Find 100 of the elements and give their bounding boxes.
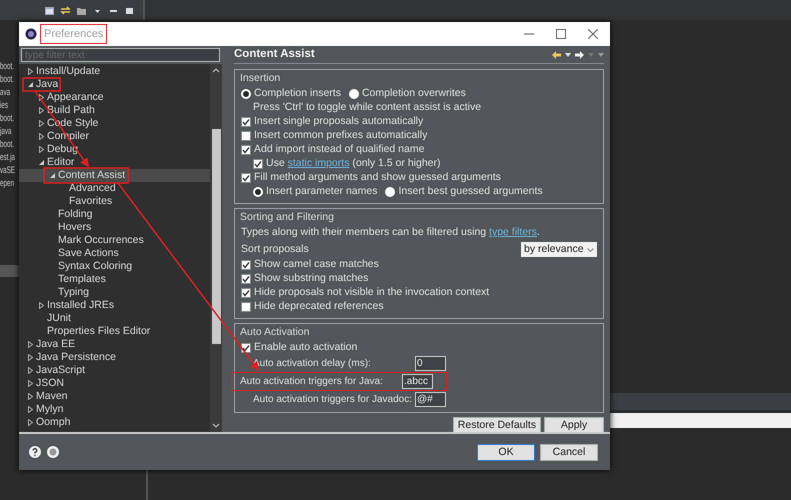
sync-icon[interactable] <box>60 4 71 16</box>
radio-label[interactable]: Completion inserts <box>254 86 341 102</box>
checkbox-label[interactable]: Add import instead of qualified name <box>254 142 424 158</box>
record-icon[interactable] <box>47 446 59 458</box>
scroll-up-icon[interactable] <box>212 67 220 73</box>
checkbox[interactable] <box>241 342 251 353</box>
editor-text: boot. <box>0 73 14 86</box>
dropdown-caret-icon[interactable] <box>565 52 571 57</box>
description-text: Types along with their members can be filtered using type filters. <box>241 225 540 240</box>
checkbox[interactable] <box>241 144 251 155</box>
editor-text: vaSE <box>0 164 15 177</box>
field-label: Sort proposals <box>241 242 309 257</box>
checkbox-label[interactable]: Enable auto activation <box>254 340 358 356</box>
highlight-frame <box>22 77 61 92</box>
maximize-icon[interactable] <box>556 29 566 39</box>
tree-item[interactable]: Favorites <box>19 195 210 208</box>
checkbox-label[interactable]: Insert single proposals automatically <box>254 114 424 130</box>
window-icon[interactable] <box>44 4 55 16</box>
editor-text: boot. <box>0 60 14 73</box>
tree-item[interactable]: Syntax Coloring <box>19 260 210 273</box>
checkbox[interactable] <box>241 302 251 312</box>
tree-item[interactable]: Install/Update <box>19 65 210 78</box>
tree-item[interactable]: Installed JREs <box>19 299 210 312</box>
checkbox[interactable] <box>241 172 251 183</box>
tree-item[interactable]: JavaScript <box>19 364 210 377</box>
tree-item[interactable]: Properties Files Editor <box>19 325 210 338</box>
expanded-icon[interactable] <box>50 173 54 178</box>
app-icon <box>25 28 37 40</box>
tree-item[interactable]: Appearance <box>19 91 210 104</box>
tree-item[interactable]: Mylyn <box>19 403 210 416</box>
text-field[interactable]: 0 <box>415 356 446 371</box>
scrollbar[interactable] <box>210 64 222 432</box>
chevron-down-icon <box>587 248 594 252</box>
checkbox-label[interactable]: Insert common prefixes automatically <box>254 128 428 144</box>
apply-button[interactable]: Apply <box>544 416 604 434</box>
group-title: Sorting and Filtering <box>238 210 336 224</box>
tree-item[interactable]: Java Persistence <box>19 351 210 364</box>
collapsed-icon[interactable] <box>38 302 44 309</box>
tree-item[interactable]: Typing <box>19 286 210 299</box>
editor-text: est.ja <box>0 151 15 164</box>
editor-text: ava <box>0 86 10 99</box>
row-highlight <box>0 265 19 277</box>
close-icon[interactable] <box>588 29 598 39</box>
text-field[interactable]: @# <box>415 392 446 407</box>
field-label: Auto activation triggers for Javadoc: <box>253 392 413 407</box>
radio-button[interactable] <box>253 186 263 197</box>
editor-text: java <box>0 125 12 138</box>
ok-button[interactable]: OK <box>477 444 535 460</box>
collapsed-icon[interactable] <box>28 68 32 75</box>
page-title: Content Assist <box>234 47 315 62</box>
tree-item[interactable]: Java <box>19 78 210 91</box>
tree-item[interactable]: Maven <box>19 390 210 403</box>
checkbox[interactable] <box>241 260 251 270</box>
checkbox-label[interactable]: Use static imports (only 1.5 or higher) <box>266 156 440 172</box>
radio-button[interactable] <box>348 88 359 99</box>
expanded-icon[interactable] <box>28 82 32 87</box>
view-menu-icon[interactable] <box>598 52 604 57</box>
checkbox[interactable] <box>241 130 251 141</box>
hint-text: Press 'Ctrl' to toggle while content assist is active <box>253 100 482 115</box>
checkbox[interactable] <box>241 274 251 284</box>
forward-arrow-icon[interactable] <box>575 50 584 59</box>
tree-item[interactable]: Folding <box>19 208 210 221</box>
tree-item[interactable]: Content Assist <box>19 169 210 182</box>
help-icon[interactable] <box>29 446 41 458</box>
checkbox[interactable] <box>253 158 263 169</box>
tree-item[interactable]: Templates <box>19 273 210 286</box>
checkbox[interactable] <box>241 116 251 127</box>
radio-label[interactable]: Insert best guessed arguments <box>398 184 543 200</box>
editor-text: ies <box>0 99 8 112</box>
tree-item[interactable]: JSON <box>19 377 210 390</box>
editor-text: boot. <box>0 138 14 151</box>
field-label: Auto activation triggers for Java: <box>240 374 384 389</box>
radio-label[interactable]: Insert parameter names <box>266 184 378 200</box>
sort-dropdown[interactable]: by relevance <box>521 242 597 258</box>
back-arrow-icon[interactable] <box>552 50 561 59</box>
editor-text: epen <box>0 177 14 190</box>
radio-label[interactable]: Completion overwrites <box>362 86 466 102</box>
editor-text: boot. <box>0 112 14 125</box>
checkbox[interactable] <box>241 288 251 298</box>
checkbox-label[interactable]: Hide proposals not visible in the invocation context <box>254 285 490 302</box>
checkbox-label[interactable]: Hide deprecated references <box>254 299 384 316</box>
tree-item[interactable]: Mark Occurrences <box>19 234 210 247</box>
cancel-button[interactable]: Cancel <box>540 444 598 460</box>
checkbox-label[interactable]: Fill method arguments and show guessed arguments <box>254 170 501 186</box>
radio-button[interactable] <box>385 186 396 197</box>
window-title: Preferences <box>40 24 108 44</box>
tree-item[interactable]: Oomph <box>19 416 210 429</box>
radio-button[interactable] <box>241 88 251 99</box>
tree-item[interactable]: Save Actions <box>19 247 210 260</box>
tree-item[interactable]: Java EE <box>19 338 210 351</box>
scroll-down-icon[interactable] <box>212 423 220 429</box>
tree-item[interactable]: JUnit <box>19 312 210 325</box>
checkbox-label[interactable]: Show substring matches <box>254 271 368 288</box>
tree-item[interactable]: Advanced <box>19 182 210 195</box>
restore-defaults-button[interactable]: Restore Defaults <box>452 416 541 434</box>
tree-item[interactable]: Hovers <box>19 221 210 234</box>
checkbox-label[interactable]: Show camel case matches <box>254 257 379 274</box>
expanded-icon[interactable] <box>38 160 44 165</box>
text-field[interactable]: .abcc <box>402 374 433 389</box>
tree-item[interactable]: Editor <box>19 156 210 169</box>
